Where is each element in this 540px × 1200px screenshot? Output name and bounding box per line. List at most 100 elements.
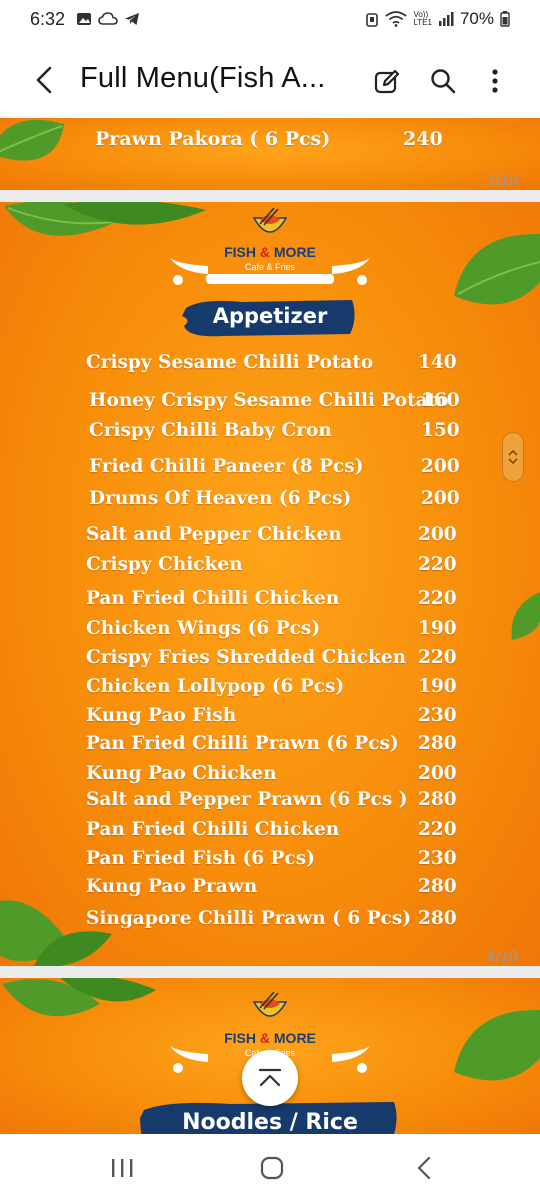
menu-item-name: Chicken Lollypop (6 Pcs) bbox=[86, 676, 345, 697]
home-icon bbox=[260, 1156, 284, 1180]
menu-item-name: Kung Pao Prawn bbox=[86, 876, 258, 897]
system-icons: Vo)) LTE1 70% bbox=[365, 9, 510, 29]
page-number-label: 4/10 bbox=[486, 949, 518, 965]
menu-item-price: 140 bbox=[418, 352, 457, 373]
menu-item-price: 200 bbox=[421, 456, 460, 477]
brand-logo: FISH & MORE Cafe & Fries bbox=[170, 206, 370, 286]
menu-item-price: 160 bbox=[421, 390, 460, 411]
menu-item-price: 280 bbox=[418, 733, 457, 754]
menu-item-row: Salt and Pepper Chicken 200 bbox=[86, 524, 466, 545]
fish-bowl-icon bbox=[252, 991, 288, 1017]
edit-button[interactable] bbox=[370, 64, 404, 98]
basil-leaf-image bbox=[2, 978, 156, 1017]
menu-item-price: 240 bbox=[403, 128, 443, 150]
menu-page-3: Prawn Pakora ( 6 Pcs) 240 bbox=[0, 118, 540, 190]
brand-name-amp: & bbox=[259, 1030, 270, 1046]
telegram-icon bbox=[125, 13, 139, 25]
menu-item-row: Crispy Chicken 220 bbox=[86, 554, 466, 575]
chevron-down-icon bbox=[508, 458, 518, 465]
menu-item-row: Salt and Pepper Prawn (6 Pcs ) 280 bbox=[86, 789, 466, 810]
menu-item-row: Drums Of Heaven (6 Pcs) 200 bbox=[89, 488, 469, 509]
screen: 6:32 Vo)) LTE1 70% Full Menu(Fish A... P… bbox=[0, 0, 540, 1200]
menu-item-row: Singapore Chilli Prawn ( 6 Pcs) 280 bbox=[86, 908, 466, 929]
menu-item-price: 200 bbox=[418, 763, 457, 784]
brand-name-amp: & bbox=[259, 244, 270, 260]
menu-item-price: 280 bbox=[418, 876, 457, 897]
wifi-icon bbox=[385, 11, 407, 27]
document-viewport[interactable]: Prawn Pakora ( 6 Pcs) 240 3/10 FISH & MO… bbox=[0, 118, 540, 1134]
fast-scroll-handle[interactable] bbox=[502, 432, 524, 482]
menu-item-name: Pan Fried Chilli Chicken bbox=[86, 819, 340, 840]
app-bar: Full Menu(Fish A... bbox=[0, 40, 540, 118]
brand-name-right: MORE bbox=[273, 1030, 316, 1046]
basil-leaf-image bbox=[511, 592, 540, 640]
menu-item-price: 230 bbox=[418, 848, 457, 869]
brand-name-left: FISH bbox=[224, 1030, 256, 1046]
more-options-button[interactable] bbox=[478, 64, 512, 98]
system-nav-bar bbox=[0, 1134, 540, 1200]
menu-item-name: Crispy Fries Shredded Chicken bbox=[86, 647, 407, 668]
back-arrow-icon bbox=[36, 66, 52, 94]
document-title: Full Menu(Fish A... bbox=[80, 62, 326, 94]
notification-icons bbox=[76, 11, 140, 27]
menu-item-name: Kung Pao Fish bbox=[86, 705, 237, 726]
back-button[interactable] bbox=[26, 62, 62, 98]
menu-item-row: Crispy Chilli Baby Cron 150 bbox=[89, 420, 469, 441]
menu-item-name: Pan Fried Fish (6 Pcs) bbox=[86, 848, 315, 869]
battery-percent: 70% bbox=[459, 9, 494, 28]
fish-bowl-icon bbox=[252, 207, 288, 233]
menu-item-row: Pan Fried Fish (6 Pcs) 230 bbox=[86, 848, 466, 869]
splash-right-image bbox=[332, 1046, 370, 1073]
menu-item-price: 220 bbox=[418, 588, 457, 609]
menu-item-name: Drums Of Heaven (6 Pcs) bbox=[89, 488, 352, 509]
menu-item-price: 230 bbox=[418, 705, 457, 726]
alarm-icon bbox=[366, 13, 379, 27]
section-banner: Appetizer bbox=[182, 298, 358, 338]
menu-item-name: Crispy Chicken bbox=[86, 554, 243, 575]
chevron-up-icon bbox=[508, 449, 518, 456]
nav-back-button[interactable] bbox=[404, 1152, 444, 1184]
cloud-icon bbox=[98, 12, 118, 25]
section-title: Noodles / Rice bbox=[182, 1110, 358, 1134]
brand-name-left: FISH bbox=[224, 244, 256, 260]
battery-icon bbox=[500, 11, 510, 27]
menu-item-name: Salt and Pepper Prawn (6 Pcs ) bbox=[86, 789, 408, 810]
menu-item-row: Chicken Lollypop (6 Pcs) 190 bbox=[86, 676, 466, 697]
more-vert-icon bbox=[492, 69, 498, 93]
network-label-bottom: LTE1 bbox=[413, 18, 432, 27]
basil-leaf-image bbox=[454, 1009, 540, 1081]
scroll-to-top-button[interactable] bbox=[242, 1050, 298, 1106]
signal-icon bbox=[438, 12, 454, 26]
menu-item-row: Crispy Fries Shredded Chicken 220 bbox=[86, 647, 466, 668]
brand-tagline-strip bbox=[206, 274, 334, 284]
brand-subtitle: Cafe & Fries bbox=[244, 262, 295, 272]
menu-item-row: Pan Fried Chilli Chicken 220 bbox=[86, 588, 466, 609]
menu-item-row: Kung Pao Prawn 280 bbox=[86, 876, 466, 897]
basil-leaf-image bbox=[454, 233, 540, 305]
search-button[interactable] bbox=[426, 64, 460, 98]
menu-item-row: Honey Crispy Sesame Chilli Potato 160 bbox=[89, 390, 469, 411]
menu-item-price: 150 bbox=[421, 420, 460, 441]
brand-name-right: MORE bbox=[273, 244, 316, 260]
menu-page-4: FISH & MORE Cafe & Fries Appetizer Crisp… bbox=[0, 202, 540, 966]
menu-item-price: 200 bbox=[421, 488, 460, 509]
menu-item-price: 220 bbox=[418, 819, 457, 840]
menu-item-price: 190 bbox=[418, 676, 457, 697]
splash-left-image bbox=[170, 1046, 208, 1073]
gallery-icon bbox=[77, 13, 91, 25]
menu-item-name: Chicken Wings (6 Pcs) bbox=[86, 618, 321, 639]
home-button[interactable] bbox=[252, 1152, 292, 1184]
menu-item-name: Pan Fried Chilli Prawn (6 Pcs) bbox=[86, 733, 399, 754]
recents-button[interactable] bbox=[102, 1152, 142, 1184]
menu-item-name: Pan Fried Chilli Chicken bbox=[86, 588, 340, 609]
menu-item-name: Prawn Pakora ( 6 Pcs) bbox=[95, 128, 331, 150]
status-time: 6:32 bbox=[30, 9, 66, 29]
network-label: Vo)) LTE1 bbox=[413, 11, 432, 27]
menu-item-row: Crispy Sesame Chilli Potato 140 bbox=[86, 352, 466, 373]
recents-icon bbox=[112, 1159, 133, 1177]
brand-name: FISH & MORE bbox=[184, 1030, 356, 1046]
back-icon bbox=[417, 1156, 431, 1180]
menu-item-name: Fried Chilli Paneer (8 Pcs) bbox=[89, 456, 364, 477]
menu-item-name: Crispy Chilli Baby Cron bbox=[89, 420, 332, 441]
menu-item-price: 190 bbox=[418, 618, 457, 639]
